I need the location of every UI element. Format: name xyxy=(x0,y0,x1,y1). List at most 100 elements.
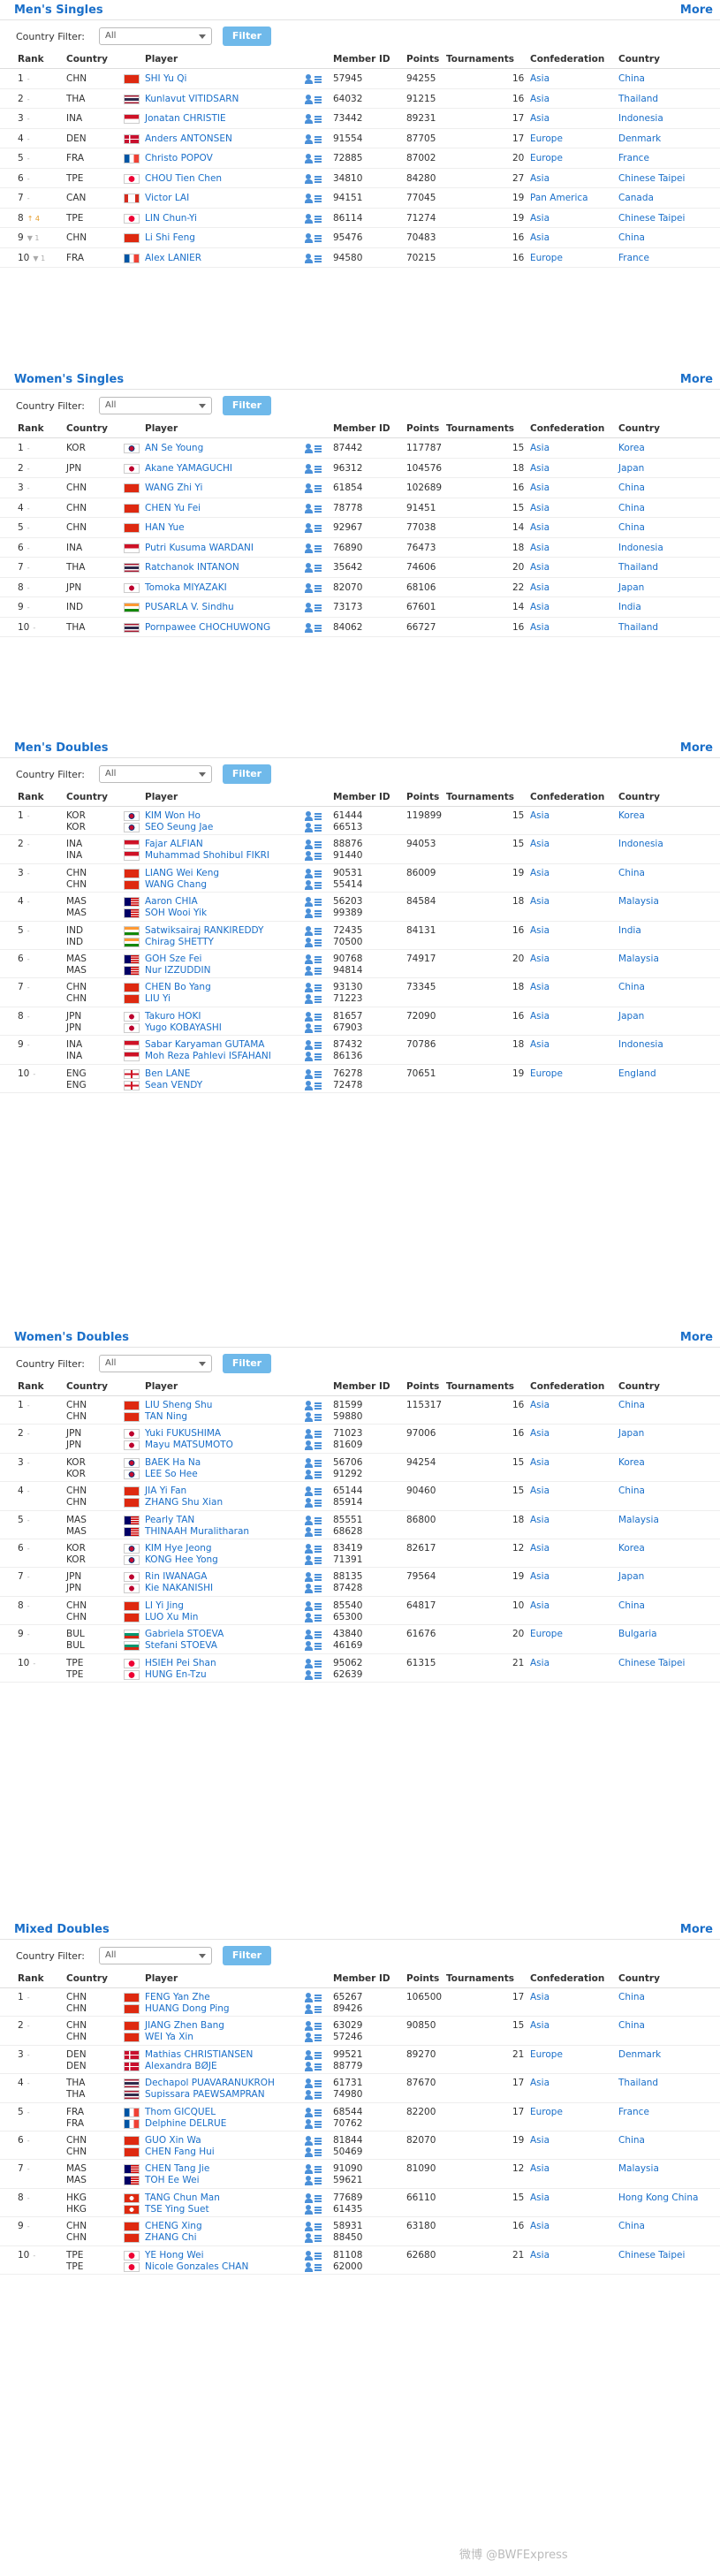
player-name-link[interactable]: Chirag SHETTY xyxy=(145,937,214,947)
player-name-link[interactable]: CHEN Tang Jie xyxy=(145,2163,209,2174)
player-name-link[interactable]: Aaron CHIA xyxy=(145,896,198,907)
player-name-link[interactable]: YE Hong Wei xyxy=(145,2250,204,2261)
player-name-link[interactable]: CHEN Fang Hui xyxy=(145,2147,215,2157)
player-name-link[interactable]: WANG Zhi Yi xyxy=(145,483,202,493)
player-name-link[interactable]: WEI Ya Xin xyxy=(145,2032,193,2042)
confederation-link[interactable]: Europe xyxy=(530,253,563,263)
player-name-link[interactable]: HUANG Dong Ping xyxy=(145,2003,230,2014)
player-profile-icon[interactable] xyxy=(305,173,322,185)
country-link[interactable]: Japan xyxy=(618,1011,644,1022)
player-profile-icon[interactable] xyxy=(305,2118,322,2130)
player-name-link[interactable]: Pornpawee CHOCHUWONG xyxy=(145,622,270,633)
player-profile-icon[interactable] xyxy=(305,1469,322,1480)
country-link[interactable]: China xyxy=(618,503,645,513)
confederation-link[interactable]: Asia xyxy=(530,2135,549,2146)
country-link[interactable]: Malaysia xyxy=(618,2163,659,2174)
player-name-link[interactable]: Putri Kusuma WARDANI xyxy=(145,543,254,553)
confederation-link[interactable]: Asia xyxy=(530,954,549,964)
player-profile-icon[interactable] xyxy=(305,2261,322,2273)
player-name-link[interactable]: Kunlavut VITIDSARN xyxy=(145,94,239,104)
player-name-link[interactable]: Thom GICQUEL xyxy=(145,2107,216,2117)
player-profile-icon[interactable] xyxy=(305,74,322,85)
player-name-link[interactable]: Sabar Karyaman GUTAMA xyxy=(145,1039,264,1050)
country-link[interactable]: Japan xyxy=(618,1428,644,1439)
player-profile-icon[interactable] xyxy=(305,937,322,948)
country-link[interactable]: China xyxy=(618,2135,645,2146)
player-profile-icon[interactable] xyxy=(305,1486,322,1497)
player-name-link[interactable]: SOH Wooi Yik xyxy=(145,908,207,918)
confederation-link[interactable]: Asia xyxy=(530,1600,549,1611)
player-profile-icon[interactable] xyxy=(305,2107,322,2118)
confederation-link[interactable]: Asia xyxy=(530,213,549,224)
player-name-link[interactable]: LIU Yi xyxy=(145,993,171,1004)
player-profile-icon[interactable] xyxy=(305,2061,322,2072)
filter-button[interactable]: Filter xyxy=(223,396,271,415)
country-link[interactable]: China xyxy=(618,232,645,243)
confederation-link[interactable]: Europe xyxy=(530,2049,563,2060)
country-filter-select[interactable]: All xyxy=(99,765,212,783)
player-name-link[interactable]: Yugo KOBAYASHI xyxy=(145,1022,222,1033)
player-profile-icon[interactable] xyxy=(305,1068,322,1080)
filter-button[interactable]: Filter xyxy=(223,1354,271,1373)
player-profile-icon[interactable] xyxy=(305,1641,322,1652)
confederation-link[interactable]: Asia xyxy=(530,1039,549,1050)
player-profile-icon[interactable] xyxy=(305,908,322,919)
player-name-link[interactable]: GUO Xin Wa xyxy=(145,2135,201,2146)
confederation-link[interactable]: Asia xyxy=(530,1011,549,1022)
player-profile-icon[interactable] xyxy=(305,1600,322,1612)
player-profile-icon[interactable] xyxy=(305,503,322,514)
confederation-link[interactable]: Asia xyxy=(530,2221,549,2231)
confederation-link[interactable]: Asia xyxy=(530,1486,549,1496)
player-name-link[interactable]: CHOU Tien Chen xyxy=(145,173,222,184)
player-profile-icon[interactable] xyxy=(305,523,322,534)
player-profile-icon[interactable] xyxy=(305,2192,322,2204)
player-name-link[interactable]: JIA Yi Fan xyxy=(145,1486,186,1496)
country-link[interactable]: Korea xyxy=(618,1543,645,1554)
player-profile-icon[interactable] xyxy=(305,811,322,822)
player-name-link[interactable]: KIM Hye Jeong xyxy=(145,1543,212,1554)
country-link[interactable]: China xyxy=(618,2221,645,2231)
player-profile-icon[interactable] xyxy=(305,213,322,224)
player-profile-icon[interactable] xyxy=(305,94,322,105)
player-name-link[interactable]: Moh Reza Pahlevi ISFAHANI xyxy=(145,1051,271,1061)
player-profile-icon[interactable] xyxy=(305,1669,322,1681)
confederation-link[interactable]: Asia xyxy=(530,1658,549,1668)
player-profile-icon[interactable] xyxy=(305,483,322,494)
player-profile-icon[interactable] xyxy=(305,823,322,833)
player-name-link[interactable]: LEE So Hee xyxy=(145,1469,198,1479)
player-name-link[interactable]: GOH Sze Fei xyxy=(145,954,201,964)
country-link[interactable]: France xyxy=(618,2107,649,2117)
country-link[interactable]: Japan xyxy=(618,1571,644,1582)
confederation-link[interactable]: Asia xyxy=(530,483,549,493)
confederation-link[interactable]: Asia xyxy=(530,810,549,821)
confederation-link[interactable]: Asia xyxy=(530,839,549,849)
player-profile-icon[interactable] xyxy=(305,1515,322,1526)
player-profile-icon[interactable] xyxy=(305,1993,322,2003)
player-name-link[interactable]: HSIEH Pei Shan xyxy=(145,1658,216,1668)
player-name-link[interactable]: Alex LANIER xyxy=(145,253,201,263)
player-profile-icon[interactable] xyxy=(305,444,322,454)
confederation-link[interactable]: Asia xyxy=(530,896,549,907)
player-profile-icon[interactable] xyxy=(305,1429,322,1440)
player-profile-icon[interactable] xyxy=(305,2233,322,2244)
player-profile-icon[interactable] xyxy=(305,1658,322,1669)
confederation-link[interactable]: Asia xyxy=(530,443,549,453)
player-profile-icon[interactable] xyxy=(305,1498,322,1508)
confederation-link[interactable]: Asia xyxy=(530,1428,549,1439)
more-link[interactable]: More xyxy=(680,4,713,17)
player-profile-icon[interactable] xyxy=(305,851,322,862)
player-name-link[interactable]: KONG Hee Yong xyxy=(145,1554,218,1565)
player-profile-icon[interactable] xyxy=(305,1011,322,1022)
player-profile-icon[interactable] xyxy=(305,154,322,164)
player-profile-icon[interactable] xyxy=(305,1630,322,1640)
country-link[interactable]: Malaysia xyxy=(618,1515,659,1525)
player-name-link[interactable]: TANG Chun Man xyxy=(145,2192,220,2203)
country-link[interactable]: Denmark xyxy=(618,133,661,144)
player-profile-icon[interactable] xyxy=(305,1052,322,1062)
player-profile-icon[interactable] xyxy=(305,1612,322,1623)
country-link[interactable]: China xyxy=(618,1992,645,2002)
player-profile-icon[interactable] xyxy=(305,1022,322,1034)
confederation-link[interactable]: Asia xyxy=(530,2192,549,2203)
confederation-link[interactable]: Asia xyxy=(530,543,549,553)
player-name-link[interactable]: ZHANG Chi xyxy=(145,2232,197,2243)
